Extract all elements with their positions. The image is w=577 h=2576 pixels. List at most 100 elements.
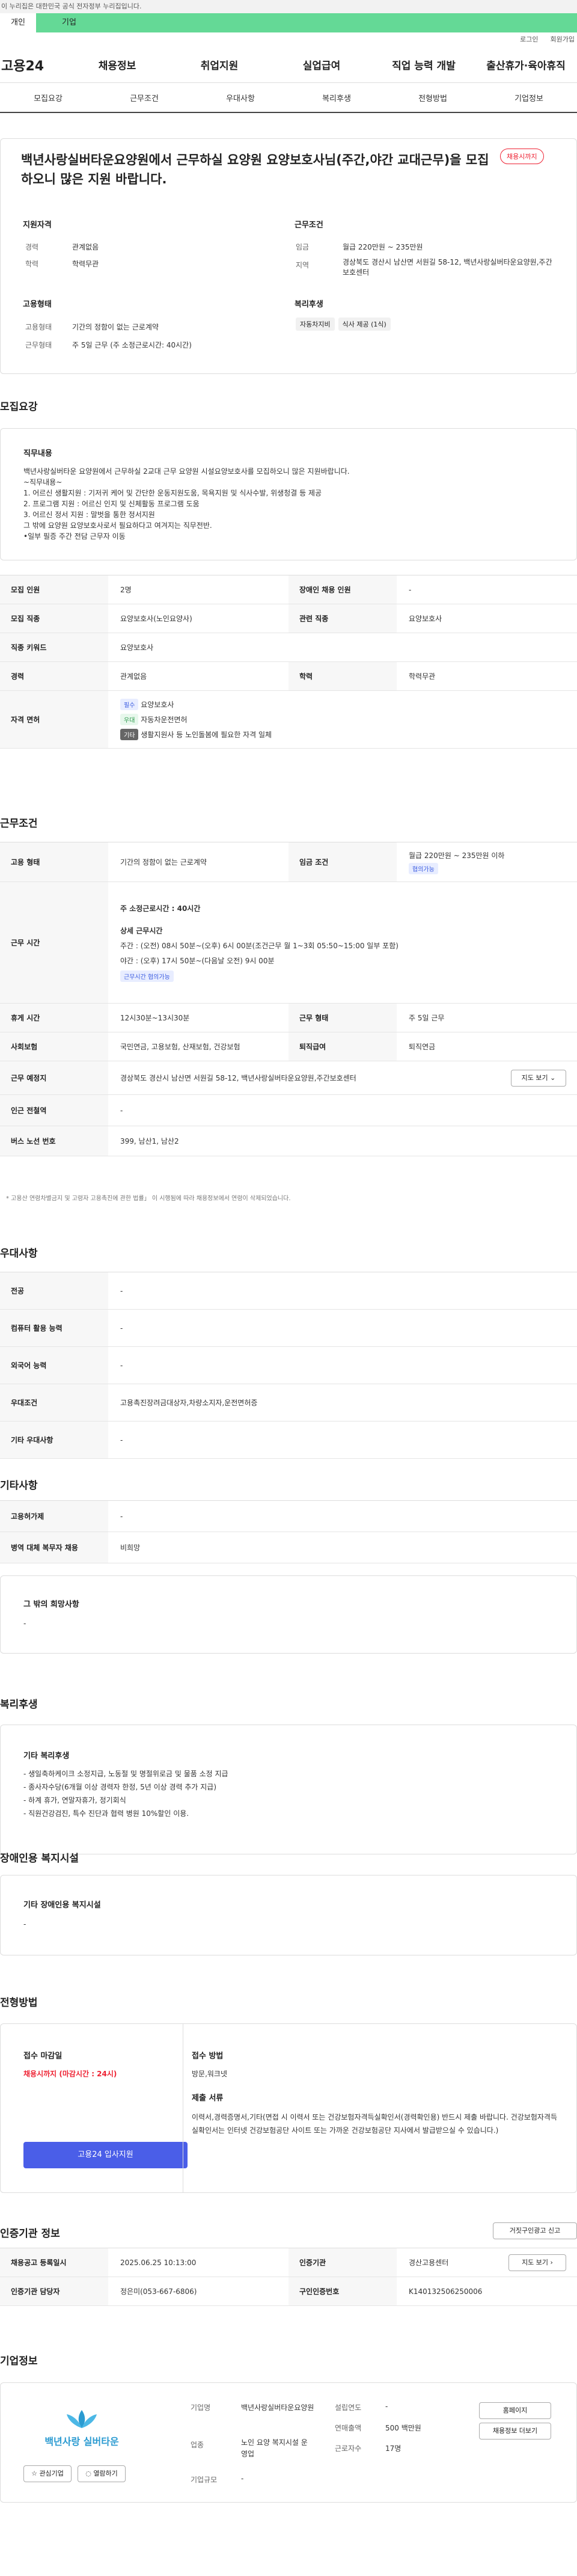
- section-conditions: 근무조건: [0, 818, 38, 830]
- more-jobs-button[interactable]: 채용정보 더보기: [479, 2423, 551, 2440]
- gnb-item-unemployment[interactable]: 실업급여: [270, 57, 373, 72]
- th: 인근 전철역: [0, 1095, 108, 1126]
- td: -: [120, 1361, 123, 1370]
- apply-button[interactable]: 고용24 입사지원: [23, 2142, 188, 2168]
- wage-cell: 월급 220만원 ~ 235만원 이하 협의가능: [397, 842, 577, 882]
- view-label: 열람하기: [93, 2470, 118, 2477]
- age-note: * 고용산 연령차별금지 및 고령자 고용촉진에 관한 법률」 이 시행됨에 따…: [6, 1195, 291, 1202]
- td: 비희망: [120, 1544, 141, 1552]
- industry-value: 노인 요양 복지시설 운영업: [241, 2438, 308, 2458]
- license-name: 생활지원사 등 노인돌봄에 필요한 자격 일체: [141, 731, 272, 739]
- license-name: 요양보호사: [141, 701, 174, 709]
- tab-selection[interactable]: 전형방법: [385, 92, 481, 103]
- td: 12시30분~13시30분: [120, 1014, 190, 1022]
- site-logo[interactable]: 고용24: [0, 55, 66, 75]
- docs-value: 이력서,경력증명서,기타(면접 시 이력서 또는 건강보험자격득실확인서(경력확…: [192, 2113, 558, 2135]
- td: 기간의 정함이 없는 근로계약: [120, 858, 207, 866]
- section-tabs: 모집요강 근무조건 우대사항 복리후생 전형방법 기업정보: [0, 83, 577, 113]
- method-title: 접수 방법: [192, 2052, 224, 2061]
- login-link[interactable]: 로그인: [520, 32, 538, 47]
- workform-value: 주 5일 근무 (주 소정근로시간: 40시간): [72, 341, 192, 349]
- favorite-label: 관심기업: [39, 2470, 64, 2477]
- gnb-item-jobs[interactable]: 채용정보: [66, 57, 168, 72]
- th: 채용공고 등록일시: [0, 2248, 108, 2277]
- org-map-button[interactable]: 지도 보기 ›: [508, 2254, 566, 2271]
- edu-label: 학력: [25, 260, 39, 268]
- size-value: -: [241, 2474, 244, 2483]
- td: 관계없음: [120, 672, 147, 681]
- gnb-item-employment-support[interactable]: 취업지원: [168, 57, 270, 72]
- td: 요양보호사(노인요양사): [120, 615, 192, 623]
- th: 외국어 능력: [0, 1347, 108, 1384]
- tab-company[interactable]: 기업: [36, 13, 102, 32]
- license-tag: 우대: [120, 714, 139, 725]
- th: 휴게 시간: [0, 1004, 108, 1032]
- wage-label: 임금: [296, 243, 310, 251]
- th: 관련 직종: [288, 604, 397, 633]
- license-name: 자동차운전면허: [141, 716, 188, 724]
- welfare-chip: 식사 제공 (1식): [338, 317, 391, 331]
- gov-banner: 이 누리집은 대한민국 공식 전자정부 누리집입니다.: [0, 0, 577, 13]
- section-etc: 기타사항: [0, 1480, 38, 1492]
- section-welfare: 복리후생: [0, 1699, 38, 1711]
- th: 학력: [288, 662, 397, 690]
- tab-personal[interactable]: 개인: [0, 13, 36, 32]
- favorite-company-button[interactable]: ☆ 관심기업: [23, 2465, 72, 2482]
- time-detail-title: 상세 근무시간: [120, 927, 163, 935]
- disabled-value: -: [23, 1920, 26, 1928]
- th: 사회보험: [0, 1032, 108, 1061]
- th: 인증기관: [288, 2248, 397, 2277]
- gnb-item-training[interactable]: 직업 능력 개발: [373, 57, 475, 72]
- conditions-table: 고용 형태 기간의 정함이 없는 근로계약 임금 조건 월급 220만원 ~ 235…: [0, 842, 577, 1156]
- disabled-title: 기타 장애인용 복지시설: [23, 1901, 101, 1910]
- homepage-button[interactable]: 홈페이지: [479, 2402, 551, 2419]
- td: 요양보호사: [409, 615, 442, 623]
- other-wish-title: 그 밖의 희망사항: [23, 1600, 79, 1609]
- map-button[interactable]: 지도 보기 ⌄: [511, 1070, 566, 1087]
- section-preference: 우대사항: [0, 1248, 38, 1260]
- td: 2명: [120, 586, 132, 594]
- th: 근무 형태: [288, 1004, 397, 1032]
- utility-links: 로그인 회원가입: [0, 32, 577, 47]
- section-selection: 전형방법: [0, 1997, 38, 2009]
- section-recruit: 모집요강: [0, 401, 38, 413]
- td: 학력무관: [409, 672, 436, 681]
- tab-welfare[interactable]: 복리후생: [288, 92, 385, 103]
- duty-text: 백년사랑실버타운 요양원에서 근무하실 2교대 근무 요양원 시설요양보호사를 …: [23, 467, 350, 541]
- gnb-item-leave[interactable]: 출산휴가·육아휴직: [475, 57, 577, 72]
- report-fake-ad-button[interactable]: 거짓구인광고 신고: [493, 2222, 577, 2239]
- th: 자격 면허: [0, 691, 108, 748]
- deadline-value: 채용시까지 (마감시간 : 24시): [23, 2070, 117, 2078]
- tab-preference[interactable]: 우대사항: [192, 92, 288, 103]
- th: 전공: [0, 1272, 108, 1309]
- other-wish-value: -: [23, 1619, 26, 1628]
- tab-company[interactable]: 기업정보: [481, 92, 577, 103]
- signup-link[interactable]: 회원가입: [551, 32, 575, 47]
- tab-conditions[interactable]: 근무조건: [96, 92, 192, 103]
- etc-table: 고용허가제 - 병역 대체 복무자 채용 비희망: [0, 1500, 577, 1563]
- td: -: [120, 1106, 123, 1115]
- tab-recruit[interactable]: 모집요강: [0, 92, 96, 103]
- td: 2025.06.25 10:13:00: [120, 2258, 197, 2267]
- duty-title: 직무내용: [23, 449, 52, 458]
- td: K140132506250006: [409, 2287, 483, 2296]
- td: 퇴직연금: [409, 1043, 436, 1051]
- status-badge: 채용시까지: [500, 149, 544, 164]
- member-type-tabs: 개인 기업: [0, 13, 577, 32]
- th: 퇴직급여: [288, 1032, 397, 1061]
- wage-tag: 협의가능: [409, 862, 438, 874]
- view-company-button[interactable]: ◌ 열람하기: [78, 2465, 126, 2482]
- area-label: 지역: [296, 261, 310, 269]
- preference-table: 전공 - 컴퓨터 활용 능력 - 외국어 능력 - 우대조건 고용촉진장려금대상자,차량…: [0, 1272, 577, 1459]
- job-title: 백년사랑실버타운요양원에서 근무하실 요양원 요양보호사님(주간,야간 교대근무…: [21, 153, 489, 186]
- est-value: -: [385, 2402, 388, 2411]
- area-value: 경상북도 경산시 남산면 서원길 58-12, 백년사랑실버타운요양원,주간보호…: [343, 258, 552, 277]
- selection-box: 접수 마감일 채용시까지 (마감시간 : 24시) 고용24 입사지원 접수 방…: [0, 2023, 577, 2193]
- th: 직종 키워드: [0, 633, 108, 661]
- section-disabled: 장애인용 복지시설: [0, 1853, 79, 1865]
- career-value: 관계없음: [72, 243, 99, 251]
- welfare-chips: 자동차지비 식사 제공 (1식): [296, 317, 394, 331]
- th: 임금 조건: [288, 842, 397, 882]
- th: 기타 우대사항: [0, 1421, 108, 1458]
- cond-title: 근무조건: [295, 221, 323, 230]
